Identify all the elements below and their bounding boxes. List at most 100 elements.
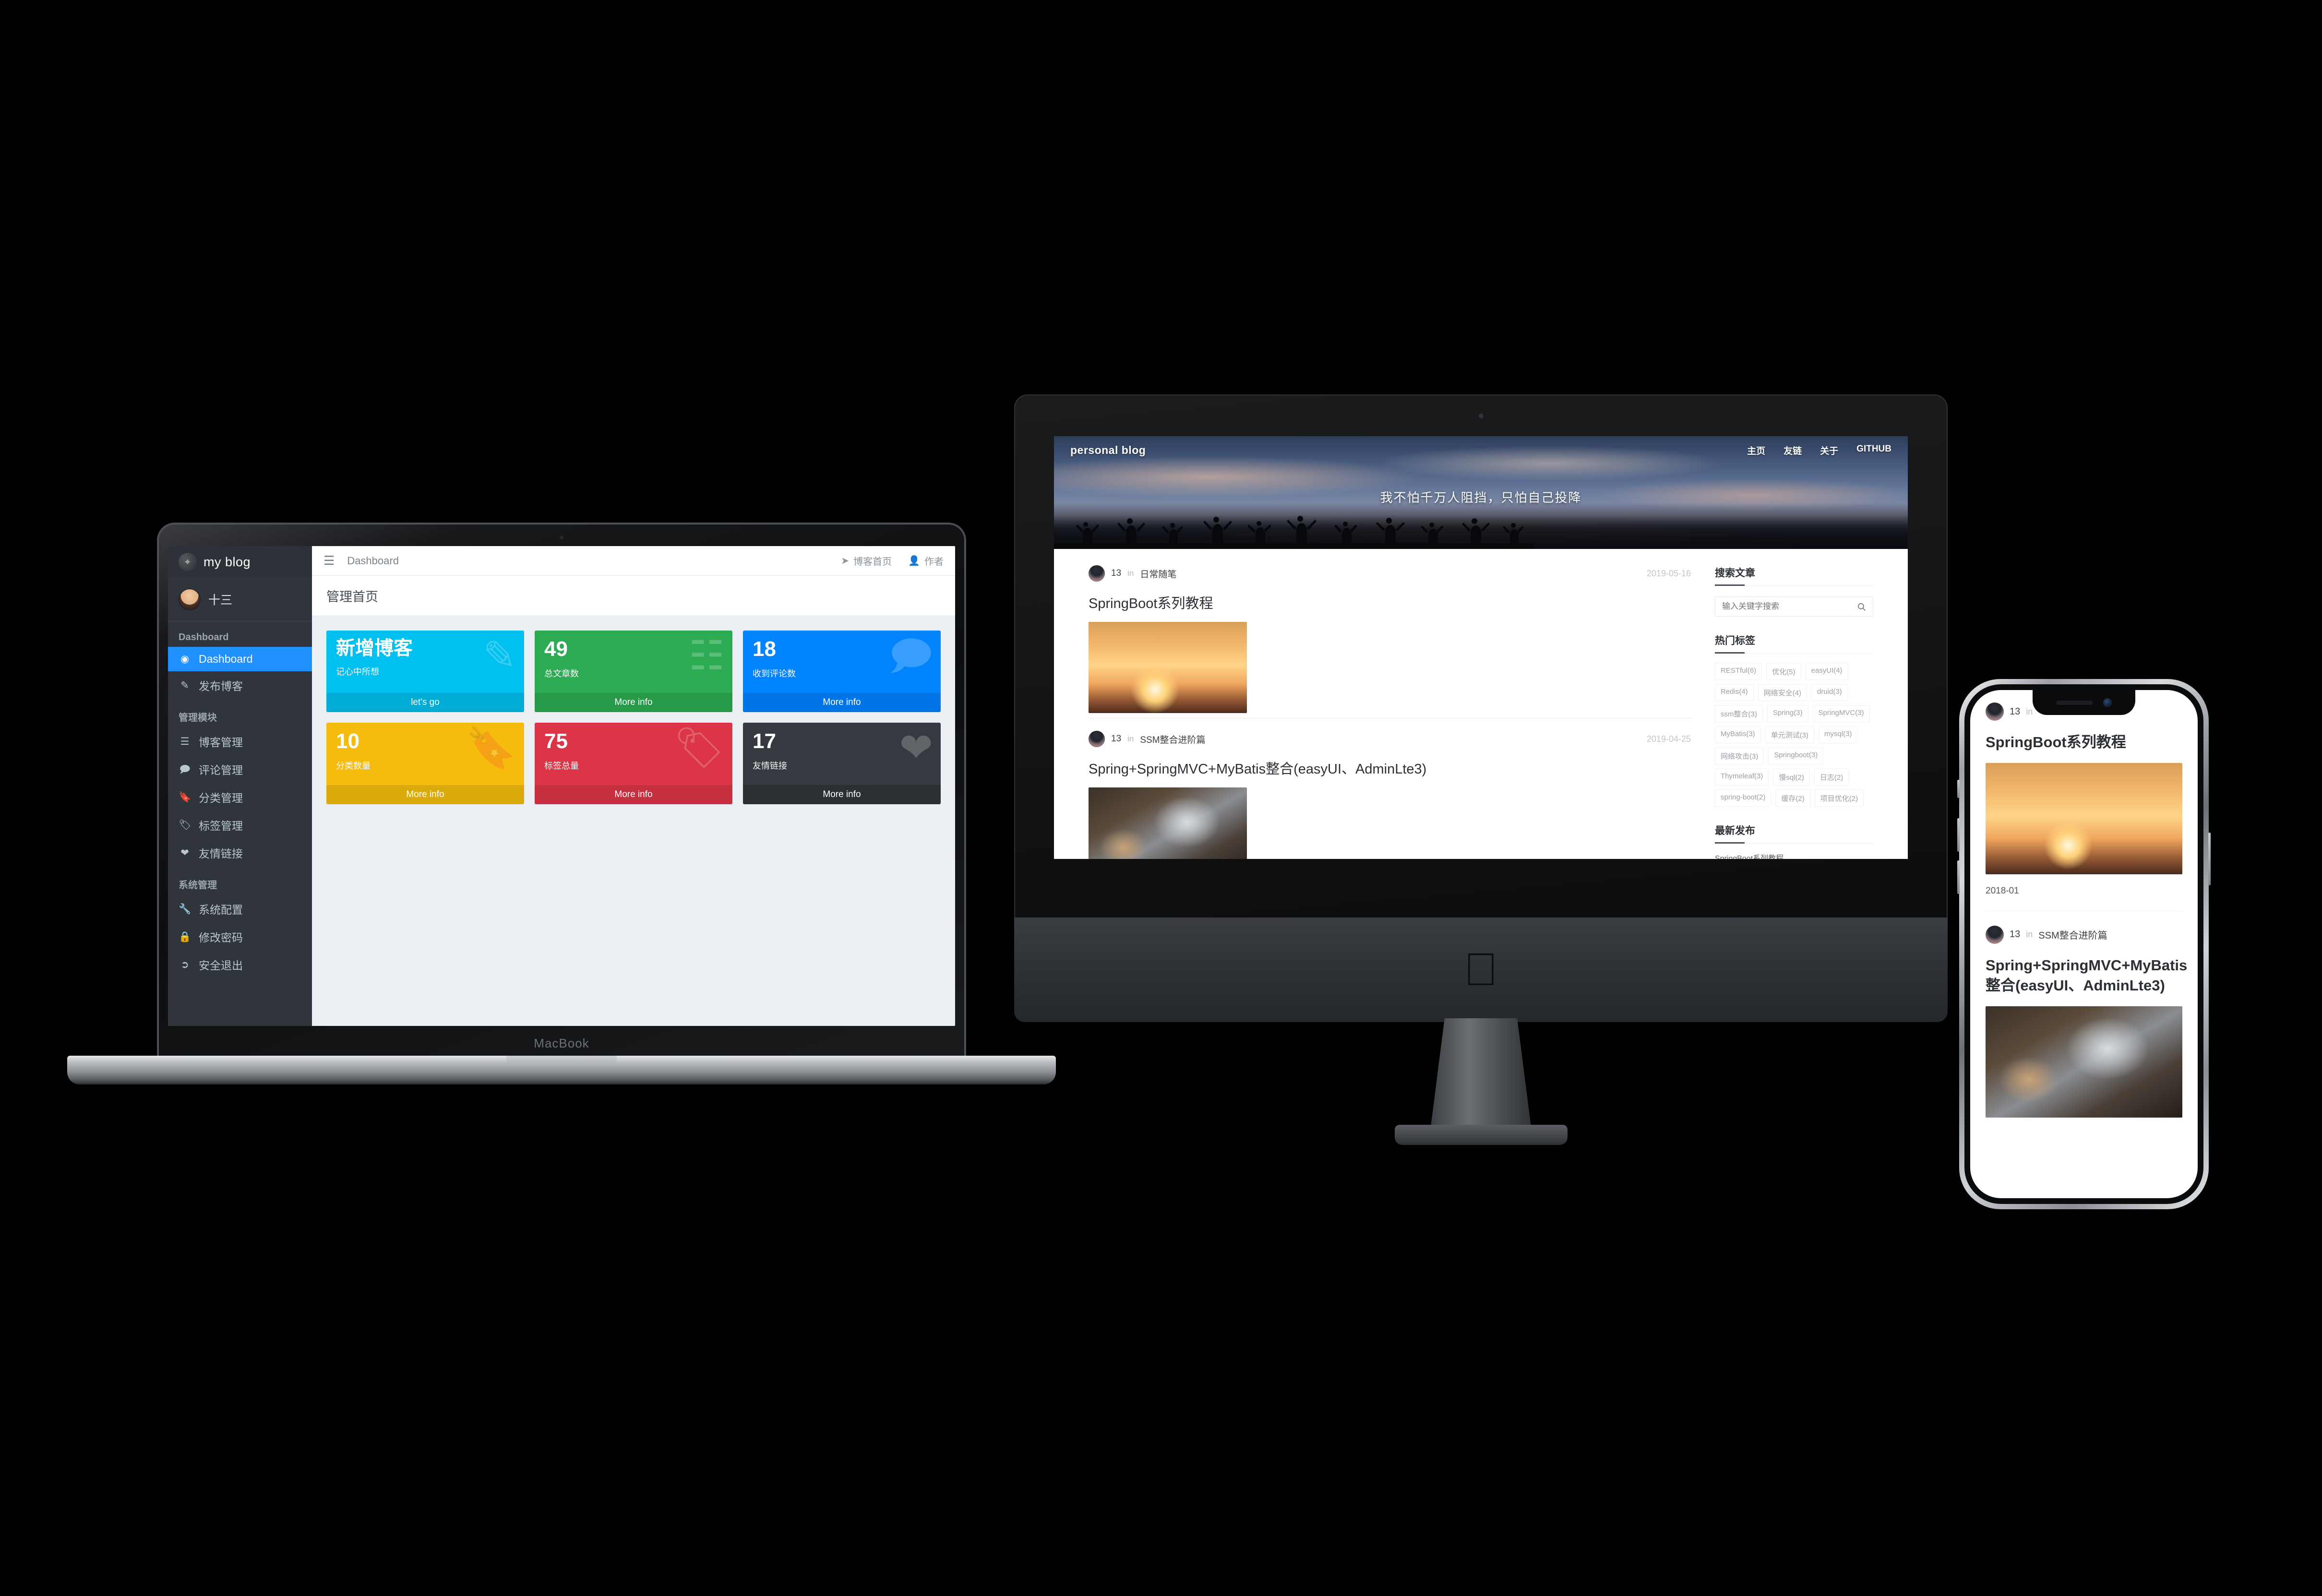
stat-card-footer[interactable]: More info [535, 785, 732, 804]
sidebar-item-category-manage[interactable]: 🔖 分类管理 [168, 783, 312, 811]
recent-list: SpringBoot系列教程 Spring+SpringMVC+MyBatis整… [1715, 853, 1873, 859]
stat-card-tags[interactable]: 75 标签总量 🏷 More info [535, 723, 732, 804]
iphone-device: 13 in SpringBoot系列教程 2018-01 13 in SSM整合… [1957, 679, 2211, 1209]
post-meta: 13 in 日常随笔 2019-05-16 [1089, 565, 1691, 582]
admin-user-panel[interactable]: 十三 [168, 578, 312, 621]
tag-item[interactable]: Spring(3) [1767, 705, 1808, 722]
post-author: 13 [1111, 568, 1122, 578]
post-category[interactable]: 日常随笔 [1140, 567, 1176, 580]
post-date: 2019-04-25 [1646, 734, 1691, 744]
post-list: 13 in 日常随笔 2019-05-16 SpringBoot系列教程 13 … [1089, 565, 1691, 859]
mobile-post-date: 2018-01 [1986, 885, 2019, 896]
tag-item[interactable]: SpringMVC(3) [1812, 705, 1870, 722]
macbook-device: ✦ my blog 十三 Dashboard ◉ Dashboard ✎ 发布博… [67, 524, 1056, 1100]
nav-link-github[interactable]: GITHUB [1856, 444, 1891, 457]
mobile-post-category[interactable]: SSM整合进阶篇 [2038, 928, 2107, 941]
imac-chin:  [1014, 917, 1948, 1022]
post-category[interactable]: SSM整合进阶篇 [1140, 733, 1205, 746]
volume-up-button[interactable] [1957, 818, 1960, 852]
tag-item[interactable]: 优化(5) [1766, 663, 1801, 680]
mobile-post-thumbnail[interactable] [1986, 1006, 2182, 1118]
sidebar-item-publish-blog[interactable]: ✎ 发布博客 [168, 671, 312, 699]
tag-item[interactable]: easyUI(4) [1805, 663, 1848, 680]
earpiece-speaker-icon [2056, 700, 2093, 705]
topbar-link-author[interactable]: 👤 作者 [908, 554, 944, 568]
sidebar-item-dashboard[interactable]: ◉ Dashboard [168, 647, 312, 671]
post-thumbnail[interactable] [1089, 622, 1247, 713]
tag-item[interactable]: spring-boot(2) [1715, 790, 1771, 807]
admin-logo-text: my blog [203, 554, 251, 569]
tag-item[interactable]: druid(3) [1811, 684, 1848, 701]
post-title[interactable]: SpringBoot系列教程 [1089, 592, 1691, 612]
stat-card-new-blog[interactable]: 新增博客 记心中所想 ✎ let's go [326, 631, 524, 712]
sidebar-item-tag-manage[interactable]: 🏷 标签管理 [168, 811, 312, 839]
hamburger-icon[interactable]: ☰ [323, 553, 335, 568]
nav-link-home[interactable]: 主页 [1747, 444, 1765, 457]
tag-item[interactable]: mysql(3) [1819, 727, 1858, 743]
sidebar-item-label: 评论管理 [199, 764, 243, 776]
nav-link-about[interactable]: 关于 [1820, 444, 1838, 457]
power-button[interactable] [2208, 833, 2211, 885]
mobile-post-meta: 13 in SSM整合进阶篇 [1986, 925, 2182, 944]
admin-logo[interactable]: ✦ my blog [168, 546, 312, 578]
recent-item[interactable]: SpringBoot系列教程 [1715, 853, 1873, 859]
post-title[interactable]: Spring+SpringMVC+MyBatis整合(easyUI、AdminL… [1089, 758, 1691, 778]
tag-item[interactable]: ssm整合(3) [1715, 705, 1763, 722]
stat-card-footer[interactable]: More info [535, 693, 732, 712]
stat-card-footer[interactable]: More info [743, 785, 941, 804]
tag-icon: 🏷 [179, 819, 192, 831]
heart-icon: ❤ [180, 847, 189, 858]
mute-switch[interactable] [1957, 780, 1960, 798]
tag-item[interactable]: Thymeleaf(3) [1715, 769, 1769, 786]
macbook-screen: ✦ my blog 十三 Dashboard ◉ Dashboard ✎ 发布博… [168, 546, 955, 1026]
sidebar-item-blog-manage[interactable]: ☰ 博客管理 [168, 727, 312, 755]
volume-down-button[interactable] [1957, 860, 1960, 894]
stat-card-footer[interactable]: More info [743, 693, 941, 712]
mobile-post-thumbnail[interactable] [1986, 762, 2182, 874]
search-input[interactable] [1722, 602, 1853, 611]
imac-body: personal blog 主页 友链 关于 GITHUB 我不怕千万人阻挡，只… [1014, 394, 1948, 955]
sidebar-item-change-password[interactable]: 🔒 修改密码 [168, 923, 312, 951]
sidebar-item-logout[interactable]: ➲ 安全退出 [168, 951, 312, 978]
tag-item[interactable]: MyBatis(3) [1715, 727, 1761, 743]
stat-card-footer[interactable]: let's go [326, 693, 524, 712]
hero-title: 我不怕千万人阻挡，只怕自己投降 [1380, 490, 1582, 505]
dashboard-icon: ◉ [180, 654, 190, 665]
tag-item[interactable]: 慢sql(2) [1773, 769, 1810, 786]
tag-item[interactable]: 缓存(2) [1775, 790, 1810, 807]
tag-item[interactable]: 网络安全(4) [1758, 684, 1807, 701]
post-item: 13 in 日常随笔 2019-05-16 SpringBoot系列教程 [1089, 565, 1691, 716]
tag-item[interactable]: 日志(2) [1814, 769, 1849, 786]
stat-card-total-articles[interactable]: 49 总文章数 ☷ More info [535, 631, 732, 712]
mobile-post-item: 13 in SpringBoot系列教程 2018-01 [1986, 703, 2182, 896]
stat-card-comments[interactable]: 18 收到评论数 🗩 More info [743, 631, 941, 712]
tag-item[interactable]: Springboot(3) [1768, 748, 1824, 764]
site-brand[interactable]: personal blog [1070, 444, 1146, 457]
post-thumbnail[interactable] [1089, 787, 1247, 859]
search-icon[interactable] [1857, 602, 1866, 611]
tag-item[interactable]: RESTful(6) [1715, 663, 1762, 680]
topbar-link-blog-home[interactable]: ➤ 博客首页 [841, 554, 892, 568]
front-camera-icon [2103, 698, 2112, 707]
sidebar-item-label: Dashboard [199, 653, 253, 665]
mobile-post-title[interactable]: SpringBoot系列教程 [1986, 732, 2182, 752]
admin-topbar: ☰ Dashboard ➤ 博客首页 👤 作者 [312, 546, 955, 576]
admin-main: ☰ Dashboard ➤ 博客首页 👤 作者 管理首页 新增博客 记心中所想 … [312, 546, 955, 1026]
sidebar-item-system-config[interactable]: 🔧 系统配置 [168, 895, 312, 923]
stat-card-friend-links[interactable]: 17 友情链接 ❤ More info [743, 723, 941, 804]
search-box[interactable] [1715, 596, 1873, 617]
tag-item[interactable]: 项目优化(2) [1814, 790, 1864, 807]
mobile-post-title[interactable]: Spring+SpringMVC+MyBatis整合(easyUI、AdminL… [1986, 955, 2187, 996]
stat-card-categories[interactable]: 10 分类数量 🔖 More info [326, 723, 524, 804]
tag-item[interactable]: 单元测试(3) [1765, 727, 1815, 743]
imac-stand-neck [1430, 1018, 1532, 1129]
wrench-icon: 🔧 [179, 903, 192, 915]
tag-item[interactable]: 网络攻击(3) [1715, 748, 1764, 764]
mockup-stage: ✦ my blog 十三 Dashboard ◉ Dashboard ✎ 发布博… [0, 0, 2322, 1596]
nav-link-friends[interactable]: 友链 [1783, 444, 1802, 457]
sidebar-item-friend-links[interactable]: ❤ 友情链接 [168, 839, 312, 867]
sidebar-item-comment-manage[interactable]: 🗩 评论管理 [168, 755, 312, 783]
tag-item[interactable]: Redis(4) [1715, 684, 1754, 701]
site-main: 13 in 日常随笔 2019-05-16 SpringBoot系列教程 13 … [1054, 549, 1908, 859]
stat-card-footer[interactable]: More info [326, 785, 524, 804]
